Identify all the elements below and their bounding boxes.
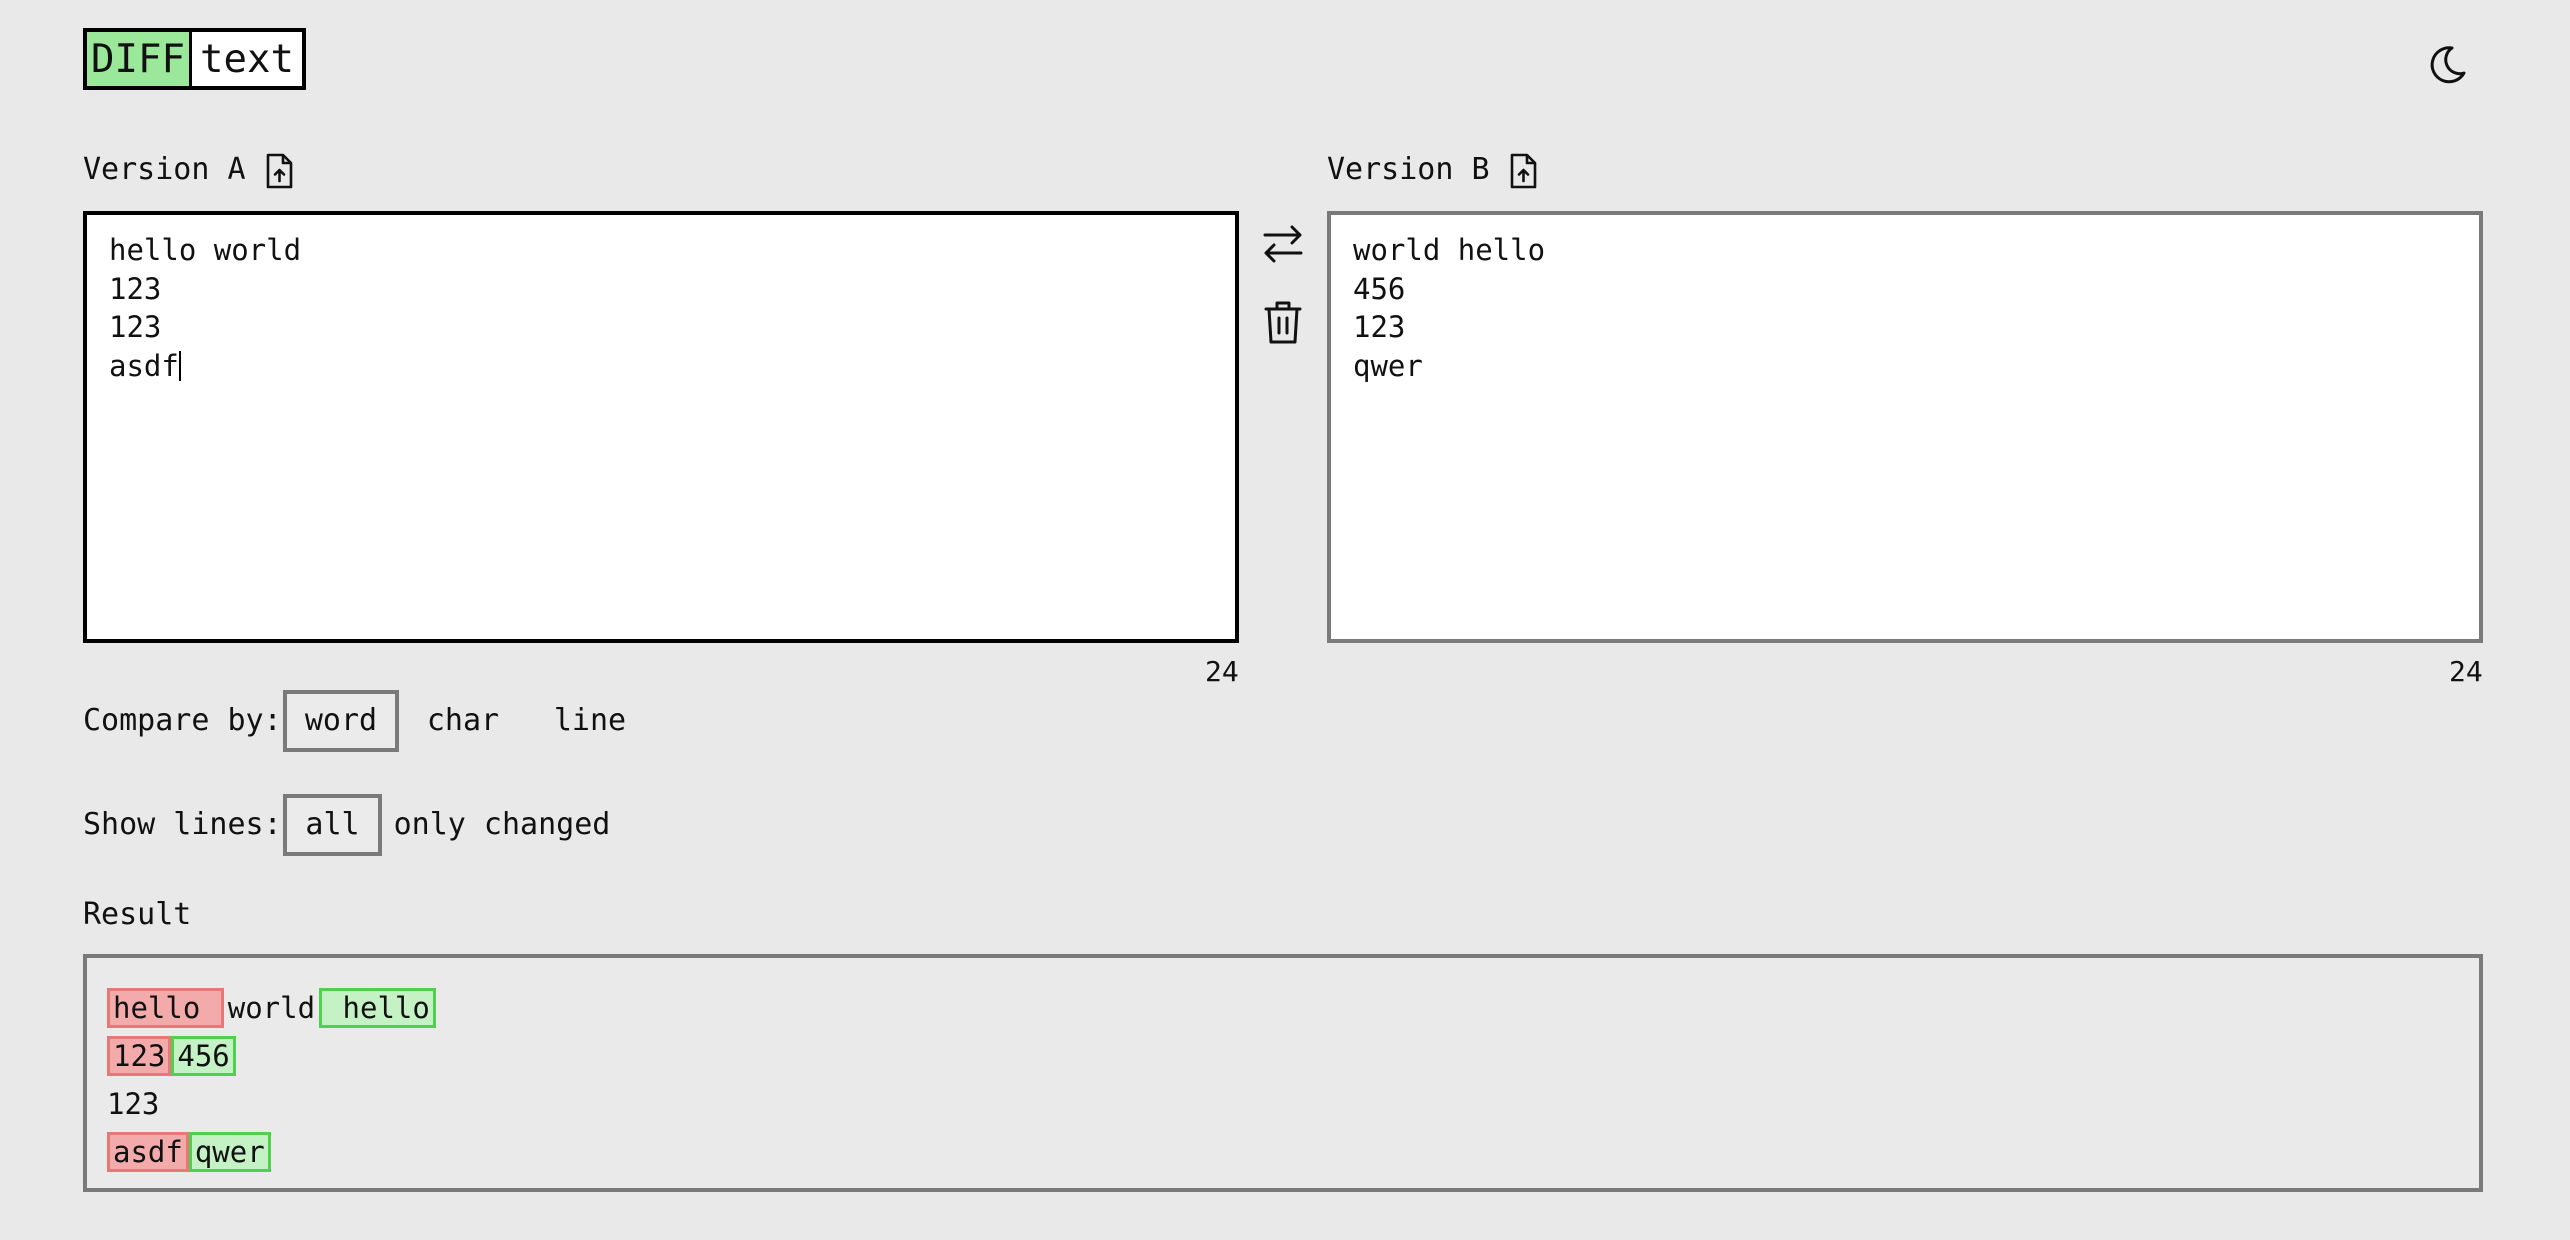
compare-by-group: Compare by: word char line bbox=[83, 690, 653, 752]
clear-button[interactable] bbox=[1259, 298, 1307, 346]
version-b-textarea[interactable]: world hello 456 123 qwer bbox=[1327, 211, 2483, 643]
file-upload-icon bbox=[266, 153, 293, 189]
version-b-label: Version B bbox=[1327, 152, 1490, 187]
app-logo: DIFF text bbox=[83, 28, 306, 90]
editor-line: qwer bbox=[1353, 348, 1423, 383]
diff-added: qwer bbox=[188, 1132, 271, 1172]
diff-unchanged: 123 bbox=[107, 1087, 160, 1121]
result-label: Result bbox=[83, 897, 192, 932]
swap-arrows-icon bbox=[1263, 225, 1303, 263]
trash-icon bbox=[1264, 301, 1302, 344]
editor-line: 123 bbox=[109, 271, 162, 306]
diff-removed: 123 bbox=[107, 1036, 172, 1076]
compare-by-label: Compare by: bbox=[83, 703, 282, 738]
diff-unchanged: world bbox=[227, 991, 316, 1025]
result-line: asdf qwer bbox=[107, 1128, 2459, 1176]
editor-line: asdf bbox=[109, 348, 179, 383]
editor-line-last: asdf bbox=[109, 347, 1213, 386]
compare-option-char[interactable]: char bbox=[399, 690, 527, 752]
version-b-char-count: 24 bbox=[2449, 655, 2483, 688]
show-option-only-changed[interactable]: only changed bbox=[382, 794, 622, 856]
file-upload-icon bbox=[1510, 153, 1537, 189]
compare-option-line[interactable]: line bbox=[527, 690, 653, 752]
moon-icon bbox=[2430, 46, 2466, 84]
diff-removed: hello bbox=[107, 988, 224, 1028]
upload-b-button[interactable] bbox=[1504, 152, 1542, 190]
editor-line: world hello bbox=[1353, 233, 1546, 267]
show-option-all[interactable]: all bbox=[283, 794, 382, 856]
diff-removed: asdf bbox=[107, 1132, 189, 1172]
result-line: hello world hello bbox=[107, 984, 2459, 1032]
theme-toggle-button[interactable] bbox=[2422, 40, 2472, 90]
diff-added: hello bbox=[319, 988, 436, 1028]
show-lines-label: Show lines: bbox=[83, 807, 282, 842]
version-a-label: Version A bbox=[83, 152, 246, 187]
version-a-char-count: 24 bbox=[1205, 655, 1239, 688]
compare-option-word[interactable]: word bbox=[283, 690, 399, 752]
result-line: 123 456 bbox=[107, 1032, 2459, 1080]
result-panel: hello world hello 123 456 123 asdf qwer bbox=[83, 954, 2483, 1192]
show-lines-group: Show lines: all only changed bbox=[83, 794, 622, 856]
editor-line: 456 bbox=[1353, 271, 1406, 306]
logo-text: text bbox=[192, 32, 302, 86]
logo-diff: DIFF bbox=[87, 32, 192, 86]
diff-added: 456 bbox=[171, 1036, 236, 1076]
result-line: 123 bbox=[107, 1080, 2459, 1128]
editor-line: 123 bbox=[109, 310, 162, 344]
version-a-textarea[interactable]: hello world 123 123 asdf bbox=[83, 211, 1239, 643]
editor-line: hello world bbox=[109, 233, 302, 267]
text-caret bbox=[178, 350, 181, 381]
swap-button[interactable] bbox=[1259, 220, 1307, 268]
editor-line: 123 bbox=[1353, 310, 1406, 344]
upload-a-button[interactable] bbox=[260, 152, 298, 190]
